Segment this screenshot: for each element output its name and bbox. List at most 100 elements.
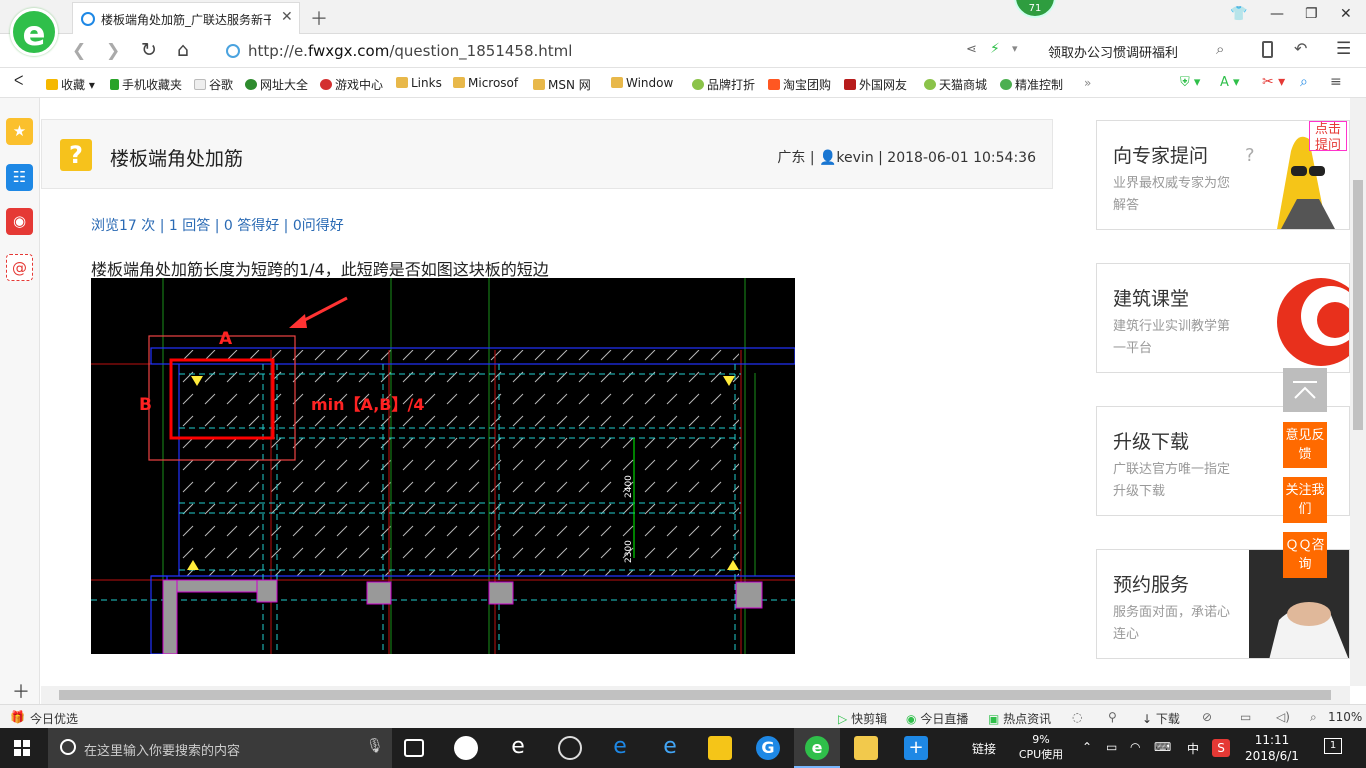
- magnifier-icon[interactable]: ⌕: [1300, 74, 1308, 90]
- cpu-usage[interactable]: 9% CPU使用: [1016, 732, 1066, 762]
- home-button[interactable]: ⌂: [177, 39, 189, 61]
- forward-button[interactable]: ❯: [106, 41, 120, 61]
- menu-icon[interactable]: ☰: [1336, 39, 1351, 59]
- question-stats[interactable]: 浏览17 次 | 1 回答 | 0 答得好 | 0问得好: [91, 215, 344, 235]
- bookmark-item[interactable]: 网址大全: [245, 76, 308, 93]
- pinwheel-app-icon[interactable]: [454, 736, 478, 760]
- chevron-up-icon[interactable]: ⌃: [1082, 740, 1092, 754]
- refresh-button[interactable]: ↻: [141, 39, 157, 61]
- more-bookmarks-icon[interactable]: »: [1084, 76, 1091, 90]
- browser-logo-icon[interactable]: e: [10, 8, 58, 56]
- quick-edit-link[interactable]: ▷ 快剪辑: [838, 710, 887, 727]
- file-explorer-icon[interactable]: [708, 736, 732, 760]
- microphone-icon[interactable]: 🎙: [366, 738, 384, 754]
- clock[interactable]: 11:11 2018/6/1: [1240, 732, 1304, 764]
- edge-app-icon[interactable]: e: [608, 736, 632, 760]
- bookmark-item[interactable]: 手机收藏夹: [110, 76, 182, 93]
- minimize-button[interactable]: —: [1270, 6, 1284, 22]
- new-tab-button[interactable]: ＋: [310, 5, 328, 31]
- cad-label-b: B: [139, 395, 152, 415]
- qq-consult-button[interactable]: ＱＱ咨询: [1283, 532, 1327, 578]
- cad-dimension-label: 2400: [624, 475, 634, 498]
- undo-icon[interactable]: ↶: [1294, 39, 1307, 58]
- windows-start-icon[interactable]: [14, 740, 30, 756]
- search-icon[interactable]: ⌕: [1216, 40, 1224, 58]
- window-icon[interactable]: ▭: [1240, 710, 1251, 724]
- active-browser-task[interactable]: e: [794, 728, 840, 768]
- speed-icon[interactable]: ◌: [1072, 710, 1082, 724]
- plus-app-icon[interactable]: +: [904, 736, 928, 760]
- battery-icon[interactable]: ▭: [1106, 740, 1117, 754]
- clean-icon[interactable]: ⊘: [1202, 710, 1212, 724]
- chrome-app-icon[interactable]: [558, 736, 582, 760]
- skin-icon[interactable]: 👕: [1230, 6, 1247, 22]
- translate-icon[interactable]: A ▾: [1220, 75, 1240, 90]
- mobile-icon[interactable]: [1262, 41, 1273, 58]
- back-button[interactable]: ❮: [72, 41, 86, 61]
- notification-badge[interactable]: 71: [1014, 0, 1056, 18]
- share-icon[interactable]: ⋖: [966, 42, 977, 57]
- add-sidebar-icon[interactable]: ＋: [12, 678, 30, 704]
- pin-icon[interactable]: ⚲: [1108, 710, 1117, 724]
- reading-list-icon[interactable]: ☷: [6, 164, 33, 191]
- bookmark-item[interactable]: Links: [396, 76, 442, 90]
- tray-link[interactable]: 链接: [972, 740, 996, 757]
- scrollbar-thumb[interactable]: [59, 690, 1331, 700]
- ie-app-icon[interactable]: e: [506, 736, 530, 760]
- keyboard-icon[interactable]: ⌨: [1154, 740, 1171, 754]
- bookmark-item[interactable]: Window: [611, 76, 673, 90]
- zoom-level[interactable]: 110%: [1328, 710, 1362, 724]
- restore-button[interactable]: ❐: [1305, 6, 1318, 22]
- zoom-icon[interactable]: ⌕: [1310, 710, 1317, 725]
- feedback-button[interactable]: 意见反馈: [1283, 422, 1327, 468]
- close-window-button[interactable]: ✕: [1340, 6, 1352, 22]
- task-view-icon[interactable]: [404, 739, 424, 757]
- email-icon[interactable]: @: [6, 254, 33, 281]
- wifi-icon[interactable]: ◠: [1130, 740, 1140, 754]
- promo-link[interactable]: 领取办公习惯调研福利: [1048, 42, 1178, 61]
- tab-close-icon[interactable]: ✕: [281, 9, 293, 25]
- download-link[interactable]: ↓ 下载: [1142, 710, 1180, 727]
- live-link[interactable]: ◉ 今日直播: [906, 710, 968, 727]
- bookmark-item[interactable]: 外国网友: [844, 76, 907, 93]
- back-to-top-button[interactable]: [1283, 368, 1327, 412]
- bookmark-item[interactable]: 收藏 ▾: [46, 76, 95, 93]
- follow-us-button[interactable]: 关注我们: [1283, 477, 1327, 523]
- browser-tab[interactable]: 楼板端角处加筋_广联达服务新干 ✕: [72, 2, 300, 34]
- glodon-app-icon[interactable]: G: [756, 736, 780, 760]
- scrollbar-thumb[interactable]: [1353, 180, 1363, 430]
- hot-news-link[interactable]: ▣ 热点资讯: [988, 710, 1051, 727]
- bookmark-item[interactable]: 精准控制: [1000, 76, 1063, 93]
- bookmark-item[interactable]: 游戏中心: [320, 76, 383, 93]
- vertical-scrollbar[interactable]: [1350, 98, 1366, 686]
- weibo-icon[interactable]: ◉: [6, 208, 33, 235]
- lightning-icon[interactable]: ⚡: [990, 41, 1000, 57]
- left-sidebar: ★ ☷ ◉ @ ＋: [0, 98, 40, 704]
- sogou-ime-icon[interactable]: S: [1212, 739, 1230, 757]
- ad-ask-expert[interactable]: 向专家提问 业界最权威专家为您解答 ? 点击提问: [1096, 120, 1350, 230]
- menu-icon[interactable]: ≡: [1330, 74, 1342, 90]
- ie11-app-icon[interactable]: e: [658, 736, 682, 760]
- ime-indicator[interactable]: 中: [1187, 740, 1199, 757]
- notepad-app-icon[interactable]: [854, 736, 878, 760]
- shield-icon[interactable]: ⛨ ▾: [1180, 75, 1200, 90]
- bookmark-item[interactable]: Microsof: [453, 76, 518, 90]
- ask-corner-tag[interactable]: 点击提问: [1309, 121, 1347, 153]
- taskbar-search-box[interactable]: 在这里输入你要搜索的内容 🎙: [48, 728, 392, 768]
- chevron-down-icon[interactable]: ▾: [1012, 42, 1018, 55]
- today-picks-link[interactable]: 今日优选: [30, 710, 78, 727]
- bookmark-item[interactable]: 天猫商城: [924, 76, 987, 93]
- collapse-sidebar-icon[interactable]: ᐸ: [14, 74, 23, 89]
- ad-building-class[interactable]: 建筑课堂 建筑行业实训教学第一平台: [1096, 263, 1350, 373]
- url-field[interactable]: http://e.fwxgx.com/question_1851458.html: [220, 39, 950, 63]
- sound-icon[interactable]: ◁): [1276, 710, 1290, 724]
- bookmark-item[interactable]: 品牌打折: [692, 76, 755, 93]
- favorites-star-icon[interactable]: ★: [6, 118, 33, 145]
- question-meta[interactable]: 广东 | 👤kevin | 2018-06-01 10:54:36: [777, 147, 1036, 167]
- horizontal-scrollbar[interactable]: [41, 686, 1350, 704]
- bookmark-item[interactable]: 谷歌: [194, 76, 233, 93]
- bookmark-item[interactable]: MSN 网: [533, 76, 591, 93]
- action-center-icon[interactable]: 1: [1324, 738, 1342, 754]
- scissors-icon[interactable]: ✂ ▾: [1262, 74, 1285, 90]
- bookmark-item[interactable]: 淘宝团购: [768, 76, 831, 93]
